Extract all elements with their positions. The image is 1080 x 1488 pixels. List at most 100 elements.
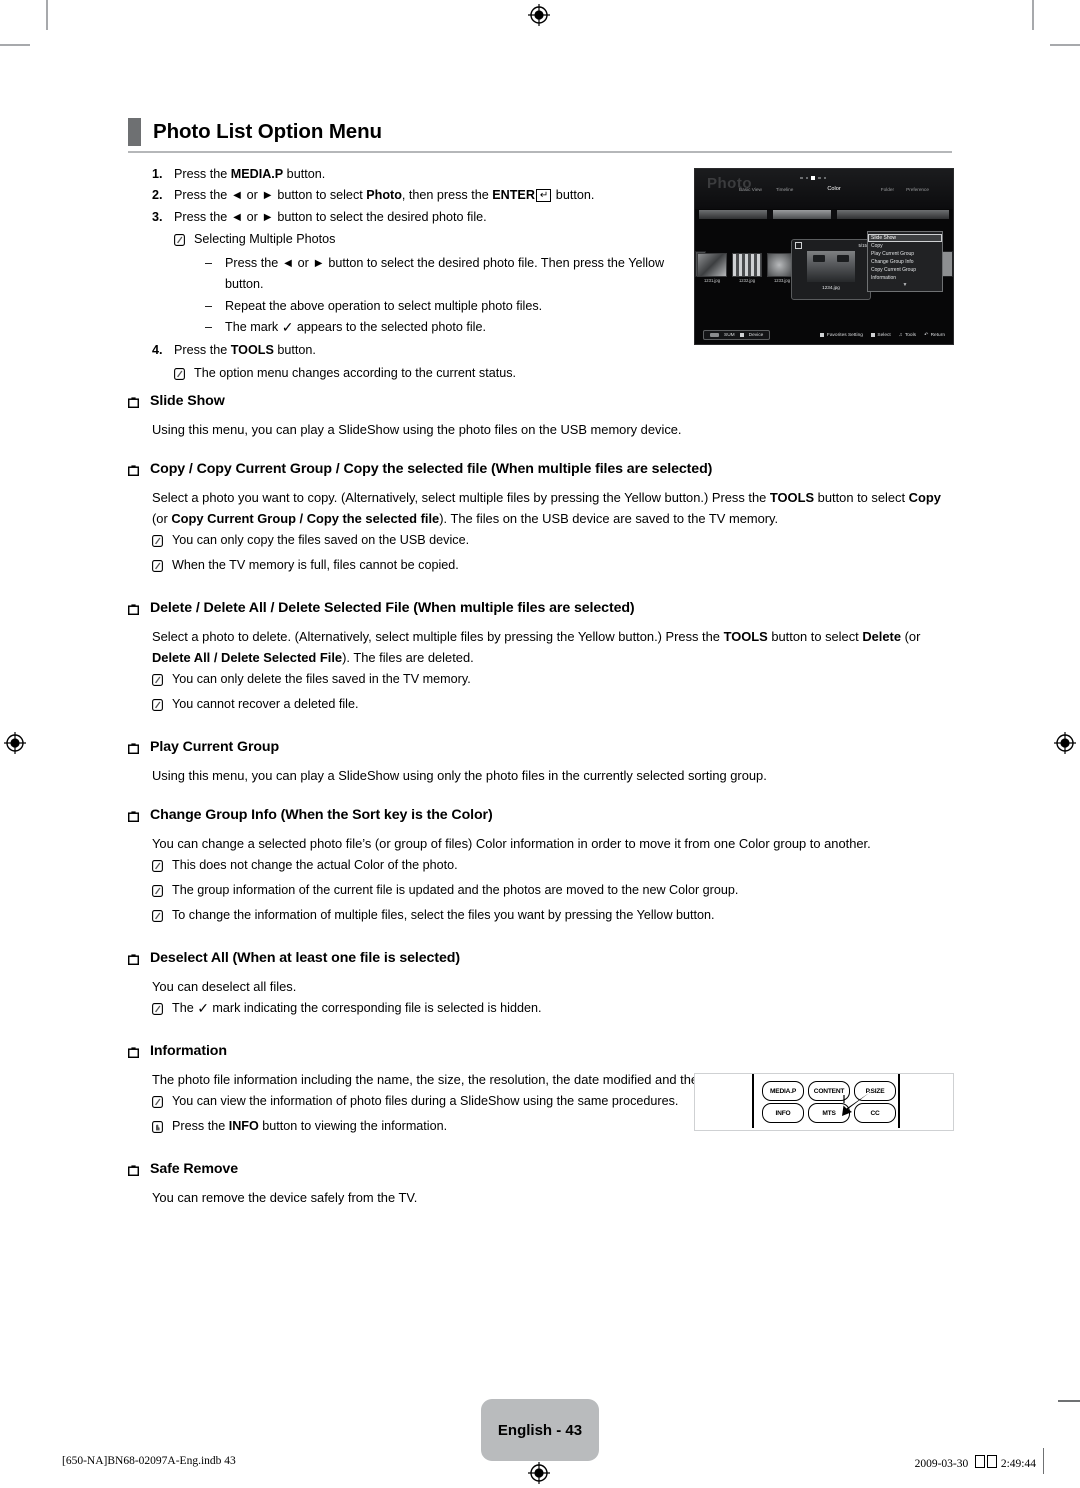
copy-text-3: (or [152, 511, 172, 526]
step-1: 1. Press the MEDIA.P button. [152, 164, 672, 185]
remote-button-info[interactable]: INFO [762, 1103, 804, 1123]
tv-action-favorites-setting[interactable]: Favorites Setting [820, 333, 863, 338]
note-change-group-2-text: The group information of the current fil… [172, 883, 739, 897]
section-title-information: Information [150, 1043, 227, 1059]
copy-bold-variants: Copy Current Group / Copy the selected f… [171, 511, 440, 526]
tv-color-key-icon [739, 333, 744, 337]
step-4-pre: Press the [174, 343, 231, 358]
tv-action-tools[interactable]: ♫ Tools [899, 333, 916, 338]
section-title-safe-remove: Safe Remove [150, 1161, 239, 1177]
tv-menu-item-play-current-group[interactable]: Play Current Group [868, 250, 942, 258]
note-pen-icon [152, 533, 163, 554]
tv-tab-preference[interactable]: Preference [906, 187, 929, 192]
note-pen-icon [152, 858, 163, 879]
tv-action-select[interactable]: Select [870, 332, 891, 338]
note-delete-2: You cannot recover a deleted file. [152, 694, 952, 718]
note-pen-icon [152, 697, 163, 718]
remote-body: MEDIA.P CONTENT P.SIZE INFO MTS CC [752, 1074, 900, 1128]
section-bullet-icon [127, 809, 140, 827]
section-heading-delete: Delete / Delete All / Delete Selected Fi… [127, 599, 952, 620]
press-button-icon [152, 1119, 163, 1140]
tv-device-indicator: SUM Device [703, 330, 771, 340]
section-bullet-icon [127, 1163, 140, 1181]
step-2-text: Press the ◄ or ► button to select Photo,… [174, 185, 672, 206]
info-note-bold: INFO [228, 1119, 259, 1133]
step-4-post: button. [273, 343, 316, 358]
tv-status-actions: Favorites Setting Select ♫ Tools ↶ Return [820, 333, 945, 338]
section-title-change-group-info: Change Group Info (When the Sort key is … [150, 807, 493, 823]
tv-scroll-thumb[interactable] [773, 210, 835, 219]
tv-tab-timeline[interactable]: Timeline [776, 187, 794, 192]
registration-target-left [4, 732, 26, 754]
dash-bullet: – [205, 256, 213, 271]
checkmark-icon: ✓ [197, 1000, 209, 1016]
section-title-slide-show: Slide Show [150, 393, 225, 409]
step-1-pre: Press the [174, 167, 231, 181]
tv-selected-photo-label: 1234.jpg [822, 285, 840, 290]
tv-select-checkbox-icon[interactable] [795, 242, 802, 249]
tv-menu-item-information[interactable]: Information [868, 274, 942, 282]
crop-mark-top-right-vertical [1032, 0, 1034, 30]
step-4-keyword: TOOLS [230, 343, 274, 358]
tv-device-name: SUM [724, 332, 735, 338]
tv-tab-color[interactable]: Color [827, 186, 840, 192]
copy-bold-tools: TOOLS [769, 490, 815, 505]
deselect-note-post: mark indicating the corresponding file i… [208, 1001, 542, 1015]
step-1-text: Press the MEDIA.P button. [174, 164, 672, 185]
tv-tab-basic-view[interactable]: Basic View [739, 187, 762, 192]
note-change-group-1-text: This does not change the actual Color of… [172, 858, 458, 872]
section-body-play-current-group: Using this menu, you can play a SlideSho… [152, 768, 767, 783]
tv-dot [823, 176, 826, 180]
delete-text-1: Select a photo to delete. (Alternatively… [152, 629, 724, 644]
deselect-note-pre: The [172, 1001, 198, 1015]
step-2-post: button. [552, 188, 595, 203]
step-3-dash-3-text: The mark ✓ appears to the selected photo… [225, 317, 672, 338]
tv-scroll-track[interactable] [699, 210, 949, 219]
tv-scroll-right-arrow[interactable] [942, 251, 953, 277]
section-bullet-icon [127, 952, 140, 970]
copy-text-4: ). The files on the USB device are saved… [439, 511, 779, 526]
tv-thumbnail-item[interactable]: 1232.jpg [732, 253, 764, 283]
note-copy-1: You can only copy the files saved on the… [152, 530, 952, 554]
tv-action-label: Favorites Setting [826, 332, 863, 338]
section-bullet-icon [127, 463, 140, 481]
delete-text-2: button to select [767, 629, 863, 644]
note-pen-icon [152, 883, 163, 904]
tv-action-label: Select [877, 332, 891, 338]
step-3-note: Selecting Multiple Photos [174, 229, 672, 253]
crop-mark-top-left-horizontal [0, 44, 30, 46]
tv-menu-item-copy[interactable]: Copy [868, 242, 942, 250]
tv-menu-item-slide-show[interactable]: Slide Show [868, 234, 942, 242]
tv-action-return[interactable]: ↶ Return [924, 333, 945, 338]
tv-thumbnail-item[interactable]: 1231.jpg [697, 253, 729, 283]
section-body-safe-remove: You can remove the device safely from th… [152, 1190, 418, 1205]
chevron-down-icon[interactable]: ▼ [868, 282, 942, 288]
step-4: 4. Press the TOOLS button. [152, 340, 672, 361]
note-pen-icon [152, 1001, 163, 1022]
section-body-slide-show: Using this menu, you can play a SlideSho… [152, 422, 682, 437]
note-pen-icon [152, 558, 163, 579]
footer-timestamp: 2009-03-30 2:49:44 [915, 1455, 1036, 1470]
tv-menu-item-copy-current-group[interactable]: Copy Current Group [868, 266, 942, 274]
tv-dot [805, 176, 808, 180]
section-heading-information: Information [127, 1042, 952, 1063]
tv-page-dots [800, 176, 826, 180]
step-3-dash-3-pre: The mark [225, 320, 282, 335]
tv-selected-photo-card[interactable]: 5/15 1234.jpg [791, 239, 871, 300]
note-pen-icon [152, 1094, 163, 1115]
step-4-number: 4. [152, 343, 163, 358]
checkmark-icon: ✓ [281, 319, 294, 336]
tv-dot-active [811, 176, 815, 180]
section-bullet-icon [127, 1045, 140, 1063]
remote-button-media-p[interactable]: MEDIA.P [762, 1081, 804, 1101]
section-body-change-group-info: You can change a selected photo file’s (… [152, 836, 871, 851]
note-delete-1: You can only delete the files saved in t… [152, 669, 952, 693]
return-icon: ↶ [924, 332, 929, 338]
section-heading-slide-show: Slide Show [127, 392, 952, 413]
note-deselect-all-text: The ✓ mark indicating the corresponding … [172, 998, 952, 1019]
tv-tab-folder[interactable]: Folder [881, 187, 894, 192]
section-title-copy: Copy / Copy Current Group / Copy the sel… [150, 461, 713, 477]
unrendered-glyph [974, 1455, 985, 1468]
step-3-text: Press the ◄ or ► button to select the de… [174, 209, 487, 224]
tv-menu-item-change-group-info[interactable]: Change Group Info [868, 258, 942, 266]
